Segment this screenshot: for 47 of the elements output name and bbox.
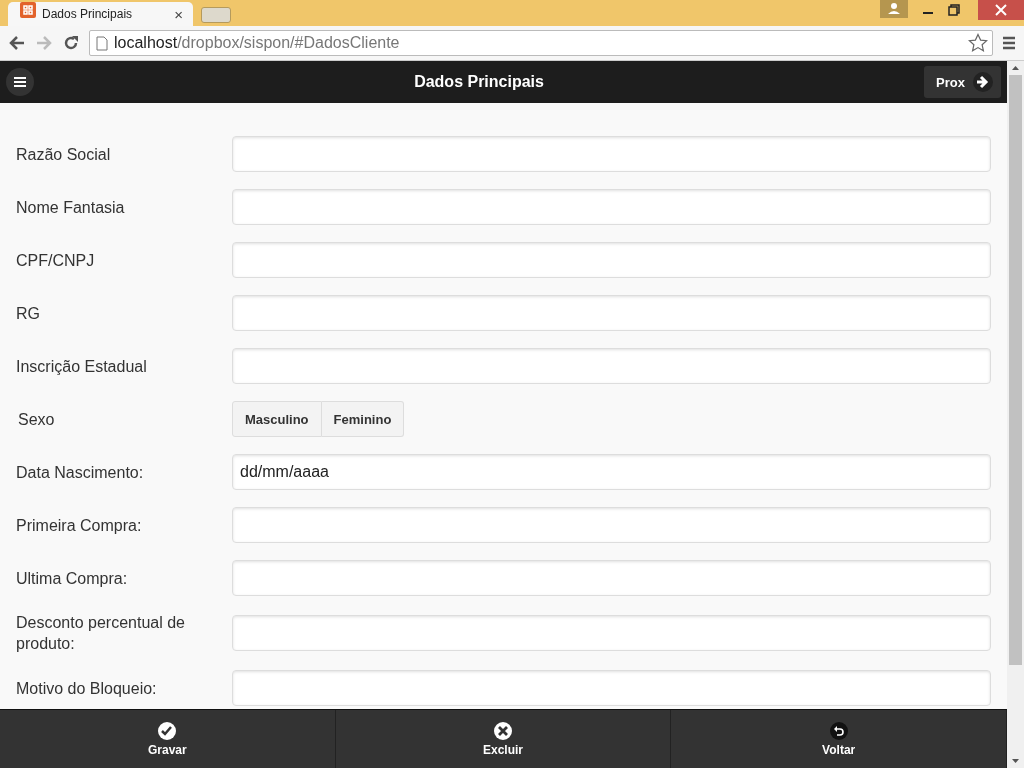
input-field[interactable] — [232, 615, 991, 651]
tab-title: Dados Principais — [42, 7, 134, 21]
forward-icon[interactable] — [35, 34, 53, 52]
input-field[interactable] — [232, 295, 991, 331]
app-icon — [20, 2, 36, 18]
page-title: Dados Principais — [413, 73, 545, 91]
close-icon — [494, 721, 512, 740]
option-button[interactable]: Masculino — [232, 401, 322, 437]
reload-icon[interactable] — [62, 34, 80, 52]
address-text: localhost/dropbox/sispon/#DadosCliente — [114, 34, 401, 52]
menu-icon — [13, 76, 27, 88]
input-field[interactable] — [232, 348, 991, 384]
input-field[interactable] — [232, 242, 991, 278]
input-field[interactable] — [232, 136, 991, 172]
undo-icon — [829, 721, 848, 740]
restore-icon[interactable] — [948, 4, 960, 16]
field-label: Primeira Compra: — [16, 515, 143, 536]
input-field[interactable] — [232, 189, 991, 225]
menu-button[interactable] — [6, 68, 34, 96]
browser-tab[interactable]: Dados Principais × — [8, 2, 193, 26]
close-tab-button[interactable]: × — [174, 5, 183, 23]
close-window-icon[interactable] — [978, 0, 1024, 20]
input-field[interactable] — [232, 560, 991, 596]
back-icon[interactable] — [8, 34, 26, 52]
field-label: Inscrição Estadual — [16, 356, 148, 377]
field-label: Ultima Compra: — [16, 568, 129, 589]
user-icon[interactable] — [880, 0, 908, 18]
field-label: Razão Social — [16, 144, 112, 165]
scrollbar[interactable] — [1007, 61, 1024, 768]
field-label: Nome Fantasia — [16, 197, 126, 218]
field-label: Desconto percentual de produto: — [16, 613, 186, 654]
address-bar[interactable]: localhost/dropbox/sispon/#DadosCliente — [89, 30, 993, 56]
menu-icon[interactable] — [1002, 36, 1016, 50]
input-field[interactable] — [232, 507, 991, 543]
next-button[interactable]: Prox — [924, 66, 1001, 98]
new-tab-button[interactable] — [201, 7, 231, 23]
field-label: RG — [16, 303, 41, 324]
field-label: Data Nascimento: — [16, 462, 145, 483]
input-field[interactable]: dd/mm/aaaa — [232, 454, 991, 490]
input-field[interactable] — [232, 670, 991, 706]
star-icon[interactable] — [968, 33, 988, 53]
field-label: Sexo — [17, 409, 56, 430]
check-icon — [158, 721, 177, 740]
field-label: Motivo do Bloqueio: — [16, 678, 158, 699]
field-label: CPF/CNPJ — [16, 250, 96, 271]
option-button[interactable]: Feminino — [321, 401, 405, 437]
page-icon — [96, 35, 108, 51]
